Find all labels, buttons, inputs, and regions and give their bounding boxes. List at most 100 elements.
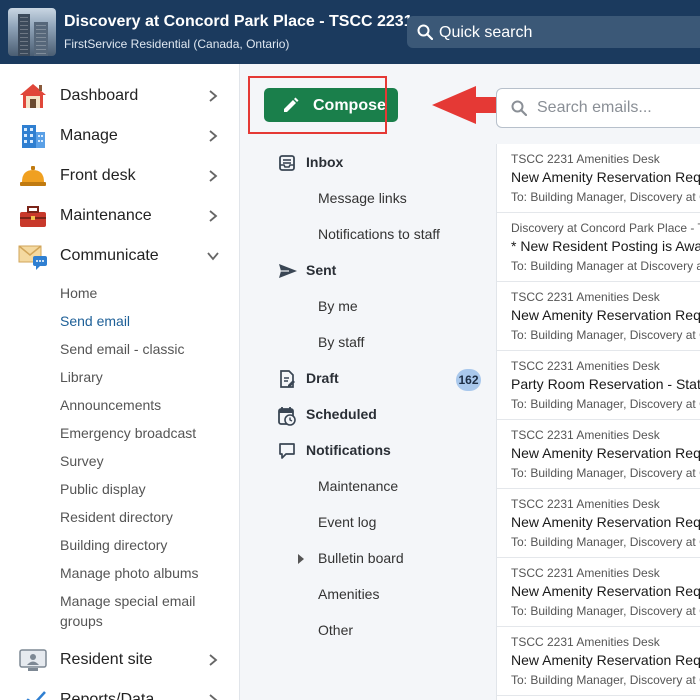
email-from: TSCC 2231 Amenities Desk	[511, 152, 660, 166]
sidebar-item-front-desk[interactable]: Front desk	[0, 156, 240, 196]
building-thumbnail[interactable]	[8, 8, 56, 56]
folder-amenities[interactable]: Amenities	[318, 586, 379, 602]
folder-maintenance[interactable]: Maintenance	[318, 478, 398, 494]
sidebar-subitem-send-email-classic[interactable]: Send email - classic	[60, 339, 230, 359]
inbox-icon	[279, 155, 295, 171]
folder-message-links[interactable]: Message links	[318, 190, 407, 206]
folder-bulletin-board[interactable]: Bulletin board	[318, 550, 404, 566]
sidebar-item-label: Front desk	[60, 167, 136, 184]
sidebar-subitem-survey[interactable]: Survey	[60, 451, 230, 471]
folder-other[interactable]: Other	[318, 622, 353, 638]
site-title[interactable]: Discovery at Concord Park Place - TSCC 2…	[64, 13, 413, 31]
site-subtitle: FirstService Residential (Canada, Ontari…	[64, 37, 290, 51]
search-icon	[417, 24, 433, 40]
sidebar-item-communicate[interactable]: Communicate	[0, 236, 240, 276]
folder-notifications-to-staff[interactable]: Notifications to staff	[318, 226, 440, 242]
envelope-chat-icon	[18, 245, 47, 270]
email-subject: New Amenity Reservation Requ	[511, 514, 700, 530]
email-list-item[interactable]: TSCC 2231 Amenities Desk New Amenity Res…	[497, 144, 700, 213]
email-from: TSCC 2231 Amenities Desk	[511, 635, 660, 649]
sidebar-subitem-public-display[interactable]: Public display	[60, 479, 230, 499]
email-from: TSCC 2231 Amenities Desk	[511, 428, 660, 442]
sidebar: Dashboard Manage Front desk Maintenance	[0, 64, 240, 700]
email-subject: New Amenity Reservation Requ	[511, 445, 700, 461]
sidebar-item-label: Dashboard	[60, 87, 139, 104]
email-to: To: Building Manager, Discovery at C	[511, 328, 700, 342]
sidebar-subitem-home[interactable]: Home	[60, 283, 230, 303]
email-subject: * New Resident Posting is Awa	[511, 238, 700, 254]
quick-search-label: Quick search	[439, 24, 533, 41]
building-icon	[22, 125, 45, 148]
quick-search-box[interactable]: Quick search	[407, 16, 700, 48]
folder-by-me[interactable]: By me	[318, 298, 358, 314]
sidebar-item-resident-site[interactable]: Resident site	[0, 640, 240, 680]
email-list-item[interactable]: TSCC 2231 Amenities Desk New Amenity Res…	[497, 627, 700, 696]
email-subject: New Amenity Reservation Requ	[511, 307, 700, 323]
sidebar-item-label: Reports/Data	[60, 691, 155, 700]
draft-icon	[280, 370, 295, 388]
email-from: TSCC 2231 Amenities Desk	[511, 359, 660, 373]
bell-icon	[20, 166, 46, 186]
top-header: Discovery at Concord Park Place - TSCC 2…	[0, 0, 700, 64]
folder-by-staff[interactable]: By staff	[318, 334, 364, 350]
folder-label: Sent	[306, 262, 337, 278]
email-list-item[interactable]: TSCC 2231 Amenities Desk New Amenity Res…	[497, 282, 700, 351]
sidebar-subitem-resident-directory[interactable]: Resident directory	[60, 507, 230, 527]
sidebar-subitem-building-directory[interactable]: Building directory	[60, 535, 230, 555]
chevron-right-icon	[209, 130, 218, 142]
chevron-right-icon	[209, 654, 218, 666]
email-subject: New Amenity Reservation Requ	[511, 652, 700, 668]
sidebar-subitem-send-email[interactable]: Send email	[60, 311, 230, 331]
email-search-placeholder: Search emails...	[537, 99, 652, 116]
sidebar-item-manage[interactable]: Manage	[0, 116, 240, 156]
email-from: TSCC 2231 Amenities Desk	[511, 497, 660, 511]
sidebar-subitem-emergency-broadcast[interactable]: Emergency broadcast	[60, 423, 230, 443]
sidebar-item-label: Maintenance	[60, 207, 152, 224]
email-list-item[interactable]: TSCC 2231 Amenities Desk Party Room Rese…	[497, 351, 700, 420]
compose-highlight-box	[248, 76, 387, 134]
send-icon	[279, 264, 297, 278]
chevron-right-icon	[209, 694, 218, 700]
email-to: To: Building Manager, Discovery at C	[511, 466, 700, 480]
sidebar-subitem-manage-photo-albums[interactable]: Manage photo albums	[60, 563, 230, 583]
resident-site-icon	[19, 649, 47, 671]
toolbox-icon	[20, 206, 46, 227]
sidebar-item-label: Manage	[60, 127, 118, 144]
email-list: TSCC 2231 Amenities Desk New Amenity Res…	[496, 144, 700, 700]
email-to: To: Building Manager, Discovery at C	[511, 535, 700, 549]
email-from: TSCC 2231 Amenities Desk	[511, 290, 660, 304]
folder-event-log[interactable]: Event log	[318, 514, 376, 530]
email-subject: Party Room Reservation - Statu	[511, 376, 700, 392]
email-subject: New Amenity Reservation Requ	[511, 169, 700, 185]
sidebar-subitem-manage-special-email-groups[interactable]: Manage special email groups	[60, 591, 230, 631]
folder-label: Notifications	[306, 442, 391, 458]
folder-label: Scheduled	[306, 406, 377, 422]
chart-icon	[26, 691, 46, 700]
email-from: Discovery at Concord Park Place - T	[511, 221, 700, 235]
speech-bubble-icon	[279, 443, 295, 459]
email-from: TSCC 2231 Amenities Desk	[511, 566, 660, 580]
sidebar-item-reports-data[interactable]: Reports/Data	[0, 680, 240, 700]
email-search-input[interactable]: Search emails...	[496, 88, 700, 128]
email-to: To: Building Manager, Discovery at C	[511, 604, 700, 618]
sidebar-subitem-announcements[interactable]: Announcements	[60, 395, 230, 415]
house-icon	[20, 84, 46, 108]
chevron-down-icon	[207, 252, 219, 261]
calendar-clock-icon	[278, 407, 296, 426]
sidebar-item-label: Communicate	[60, 247, 159, 264]
email-list-item[interactable]: Discovery at Concord Park Place - T * Ne…	[497, 213, 700, 282]
sidebar-item-maintenance[interactable]: Maintenance	[0, 196, 240, 236]
email-list-item[interactable]: TSCC 2231 Amenities Desk New Amenity Res…	[497, 420, 700, 489]
folder-label: Inbox	[306, 154, 344, 170]
email-to: To: Building Manager, Discovery at C	[511, 673, 700, 687]
sidebar-subitem-library[interactable]: Library	[60, 367, 230, 387]
email-list-item[interactable]: TSCC 2231 Amenities Desk New Amenity Res…	[497, 558, 700, 627]
search-icon	[511, 100, 527, 116]
email-subject: New Amenity Reservation Requ	[511, 583, 700, 599]
sidebar-item-dashboard[interactable]: Dashboard	[0, 76, 240, 116]
draft-count-badge: 162	[456, 369, 481, 391]
chevron-right-icon	[209, 170, 218, 182]
email-to: To: Building Manager, Discovery at C	[511, 190, 700, 204]
expand-triangle-icon[interactable]	[298, 554, 304, 564]
email-list-item[interactable]: TSCC 2231 Amenities Desk New Amenity Res…	[497, 489, 700, 558]
